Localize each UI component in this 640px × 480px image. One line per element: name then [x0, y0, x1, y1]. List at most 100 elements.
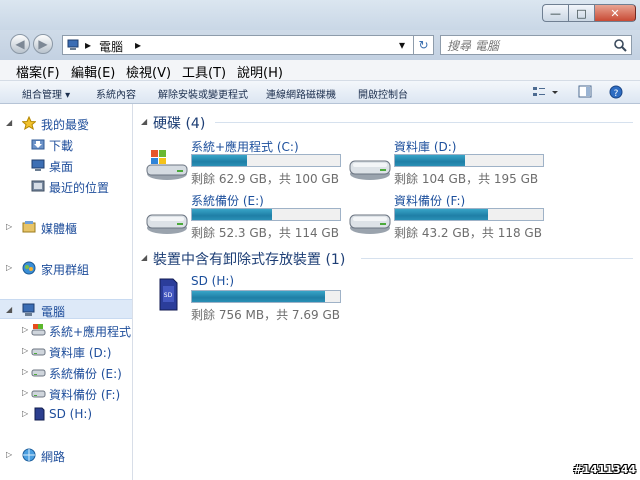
drive-f[interactable]: 資料備份 (F:) 剩餘 43.2 GB，共 118 GB: [336, 192, 544, 240]
homegroup-icon: [22, 261, 36, 275]
drive-h[interactable]: SD SD (H:) 剩餘 756 MB，共 7.69 GB: [133, 274, 341, 322]
system-drive-icon: [146, 150, 188, 180]
recent-places-icon: [31, 180, 45, 192]
nav-computer-label: 電腦: [41, 305, 66, 319]
drive-usage-fill: [395, 155, 465, 166]
nav-libraries[interactable]: ▷ 媒體櫃: [0, 217, 132, 237]
search-icon[interactable]: [613, 38, 627, 52]
group-divider: [361, 258, 633, 259]
map-network-drive-button[interactable]: 連線網路磁碟機: [266, 86, 336, 101]
drive-space-info: 剩餘 104 GB，共 195 GB: [394, 172, 539, 186]
nav-libraries-label: 媒體櫃: [41, 222, 78, 236]
nav-item-downloads[interactable]: 下載: [0, 134, 132, 154]
breadcrumb-computer[interactable]: 電腦: [99, 38, 123, 55]
drive-usage-bar: [191, 290, 341, 303]
change-view-icon[interactable]: [532, 85, 560, 99]
expand-arrow-icon[interactable]: ▷: [22, 325, 28, 334]
expand-arrow-icon[interactable]: ▷: [22, 367, 28, 376]
breadcrumb-separator[interactable]: ▸: [85, 38, 91, 52]
hard-drive-icon: [349, 160, 391, 180]
open-control-panel-button[interactable]: 開啟控制台: [358, 86, 408, 101]
group-title-hard-disks[interactable]: 硬碟 (4): [153, 113, 205, 133]
drive-space-info: 剩餘 756 MB，共 7.69 GB: [191, 308, 340, 322]
computer-icon: [67, 39, 79, 50]
sd-card-icon: SD: [159, 278, 178, 311]
expand-arrow-icon[interactable]: ▷: [22, 388, 28, 397]
menu-help[interactable]: 說明(H): [237, 62, 283, 81]
collapse-arrow-icon[interactable]: ◢: [6, 118, 12, 127]
drive-name: 系統+應用程式 (C:): [191, 140, 299, 154]
group-collapse-icon[interactable]: ◢: [141, 253, 147, 262]
hard-drive-icon: [31, 369, 46, 377]
back-button[interactable]: ◀: [10, 34, 30, 54]
nav-drive-d[interactable]: ▷ 資料庫 (D:): [0, 341, 132, 361]
drive-usage-fill: [192, 155, 247, 166]
downloads-folder-icon: [31, 139, 45, 150]
nav-favorites[interactable]: ◢ 我的最愛: [0, 113, 132, 133]
preview-pane-icon[interactable]: [578, 85, 592, 99]
menu-bar: 檔案(F) 編輯(E) 檢視(V) 工具(T) 說明(H): [0, 60, 640, 81]
nav-item-label: 桌面: [49, 160, 74, 174]
expand-arrow-icon[interactable]: ▷: [22, 409, 28, 418]
drive-usage-fill: [192, 291, 326, 302]
search-input[interactable]: [445, 37, 609, 55]
nav-item-label: 系統備份 (E:): [49, 367, 122, 381]
command-bar: 組合管理 ▾ 系統內容 解除安裝或變更程式 連線網路磁碟機 開啟控制台 ?: [0, 81, 640, 104]
nav-network[interactable]: ▷ 網路: [0, 445, 132, 465]
group-title-removable[interactable]: 裝置中含有卸除式存放裝置 (1): [153, 249, 345, 269]
menu-edit[interactable]: 編輯(E): [71, 62, 115, 81]
nav-drive-h[interactable]: ▷ SD (H:): [0, 404, 132, 424]
address-dropdown-icon[interactable]: ▾: [399, 38, 405, 52]
watermark: #1411344: [573, 463, 636, 476]
drive-name: 資料庫 (D:): [394, 140, 457, 154]
drive-d[interactable]: 資料庫 (D:) 剩餘 104 GB，共 195 GB: [336, 138, 544, 186]
hard-drive-icon: [146, 214, 188, 234]
drive-c[interactable]: 系統+應用程式 (C:) 剩餘 62.9 GB，共 100 GB: [133, 138, 341, 186]
menu-tools[interactable]: 工具(T): [182, 62, 226, 81]
collapse-arrow-icon[interactable]: ◢: [6, 305, 12, 314]
navigation-pane: ◢ 我的最愛 下載 桌面 最近的位置 ▷ 媒體櫃 ▷ 家用群組 ◢ 電腦 ▷ 系…: [0, 104, 157, 480]
desktop-icon: [31, 159, 45, 171]
system-properties-button[interactable]: 系統內容: [96, 86, 136, 101]
libraries-icon: [22, 221, 36, 233]
uninstall-program-button[interactable]: 解除安裝或變更程式: [158, 86, 248, 101]
minimize-button[interactable]: —: [542, 4, 568, 22]
nav-item-desktop[interactable]: 桌面: [0, 155, 132, 175]
hard-drive-icon: [31, 348, 46, 356]
nav-item-label: 資料備份 (F:): [49, 388, 121, 402]
drive-e[interactable]: 系統備份 (E:) 剩餘 52.3 GB，共 114 GB: [133, 192, 341, 240]
search-box[interactable]: [440, 35, 632, 55]
close-button[interactable]: ✕: [594, 4, 636, 22]
expand-arrow-icon[interactable]: ▷: [6, 450, 12, 459]
forward-button[interactable]: ▶: [33, 34, 53, 54]
computer-icon: [22, 303, 35, 316]
drive-usage-bar: [394, 154, 544, 167]
nav-computer[interactable]: ◢ 電腦: [0, 299, 132, 319]
drive-space-info: 剩餘 62.9 GB，共 100 GB: [191, 172, 339, 186]
nav-favorites-label: 我的最愛: [41, 118, 90, 132]
expand-arrow-icon[interactable]: ▷: [6, 222, 12, 231]
network-icon: [22, 448, 36, 462]
help-icon[interactable]: ?: [608, 85, 624, 101]
menu-view[interactable]: 檢視(V): [126, 62, 171, 81]
menu-file[interactable]: 檔案(F): [16, 62, 60, 81]
nav-item-label: 資料庫 (D:): [49, 346, 112, 360]
address-bar[interactable]: ▸ 電腦 ▸ ▾: [62, 35, 414, 55]
maximize-button[interactable]: □: [568, 4, 594, 22]
breadcrumb-separator[interactable]: ▸: [135, 38, 141, 52]
group-collapse-icon[interactable]: ◢: [141, 117, 147, 126]
expand-arrow-icon[interactable]: ▷: [22, 346, 28, 355]
drive-space-info: 剩餘 43.2 GB，共 118 GB: [394, 226, 542, 240]
nav-homegroup[interactable]: ▷ 家用群組: [0, 258, 132, 278]
organize-button[interactable]: 組合管理 ▾: [22, 86, 70, 101]
nav-drive-f[interactable]: ▷ 資料備份 (F:): [0, 383, 132, 403]
refresh-button[interactable]: ↻: [414, 35, 434, 55]
drive-usage-bar: [191, 154, 341, 167]
nav-drive-c[interactable]: ▷ 系統+應用程式 (C:): [0, 320, 157, 340]
drive-usage-bar: [191, 208, 341, 221]
expand-arrow-icon[interactable]: ▷: [6, 263, 12, 272]
title-bar: — □ ✕: [0, 0, 640, 30]
svg-text:SD: SD: [164, 292, 173, 299]
nav-item-recent-places[interactable]: 最近的位置: [0, 176, 132, 196]
nav-drive-e[interactable]: ▷ 系統備份 (E:): [0, 362, 132, 382]
